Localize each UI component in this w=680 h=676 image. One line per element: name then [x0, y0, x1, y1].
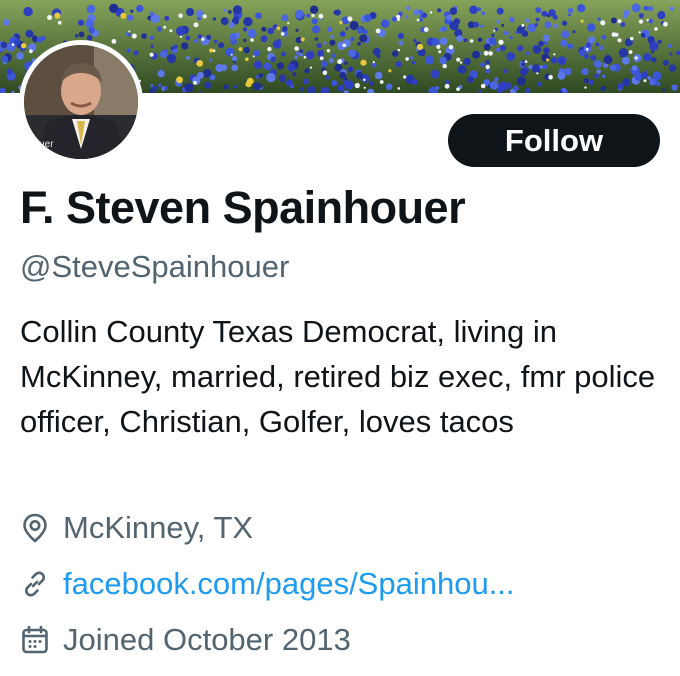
avatar[interactable]: houer: [24, 45, 138, 159]
avatar-caption: houer: [28, 139, 54, 150]
display-name: F. Steven Spainhouer: [20, 182, 466, 233]
location-row: McKinney, TX: [20, 510, 253, 546]
joined-row: Joined October 2013: [20, 622, 351, 658]
follow-button[interactable]: Follow: [448, 114, 660, 167]
link-icon: [20, 569, 50, 599]
website-row: facebook.com/pages/Spainhou...: [20, 566, 515, 602]
location-text: McKinney, TX: [63, 510, 254, 545]
user-handle: @SteveSpainhouer: [20, 249, 290, 284]
profile-bio: Collin County Texas Democrat, living in …: [20, 314, 656, 439]
website-link[interactable]: facebook.com/pages/Spainhou...: [63, 566, 515, 602]
joined-date: Joined October 2013: [63, 622, 351, 657]
calendar-icon: [20, 625, 50, 655]
location-pin-icon: [20, 513, 50, 543]
